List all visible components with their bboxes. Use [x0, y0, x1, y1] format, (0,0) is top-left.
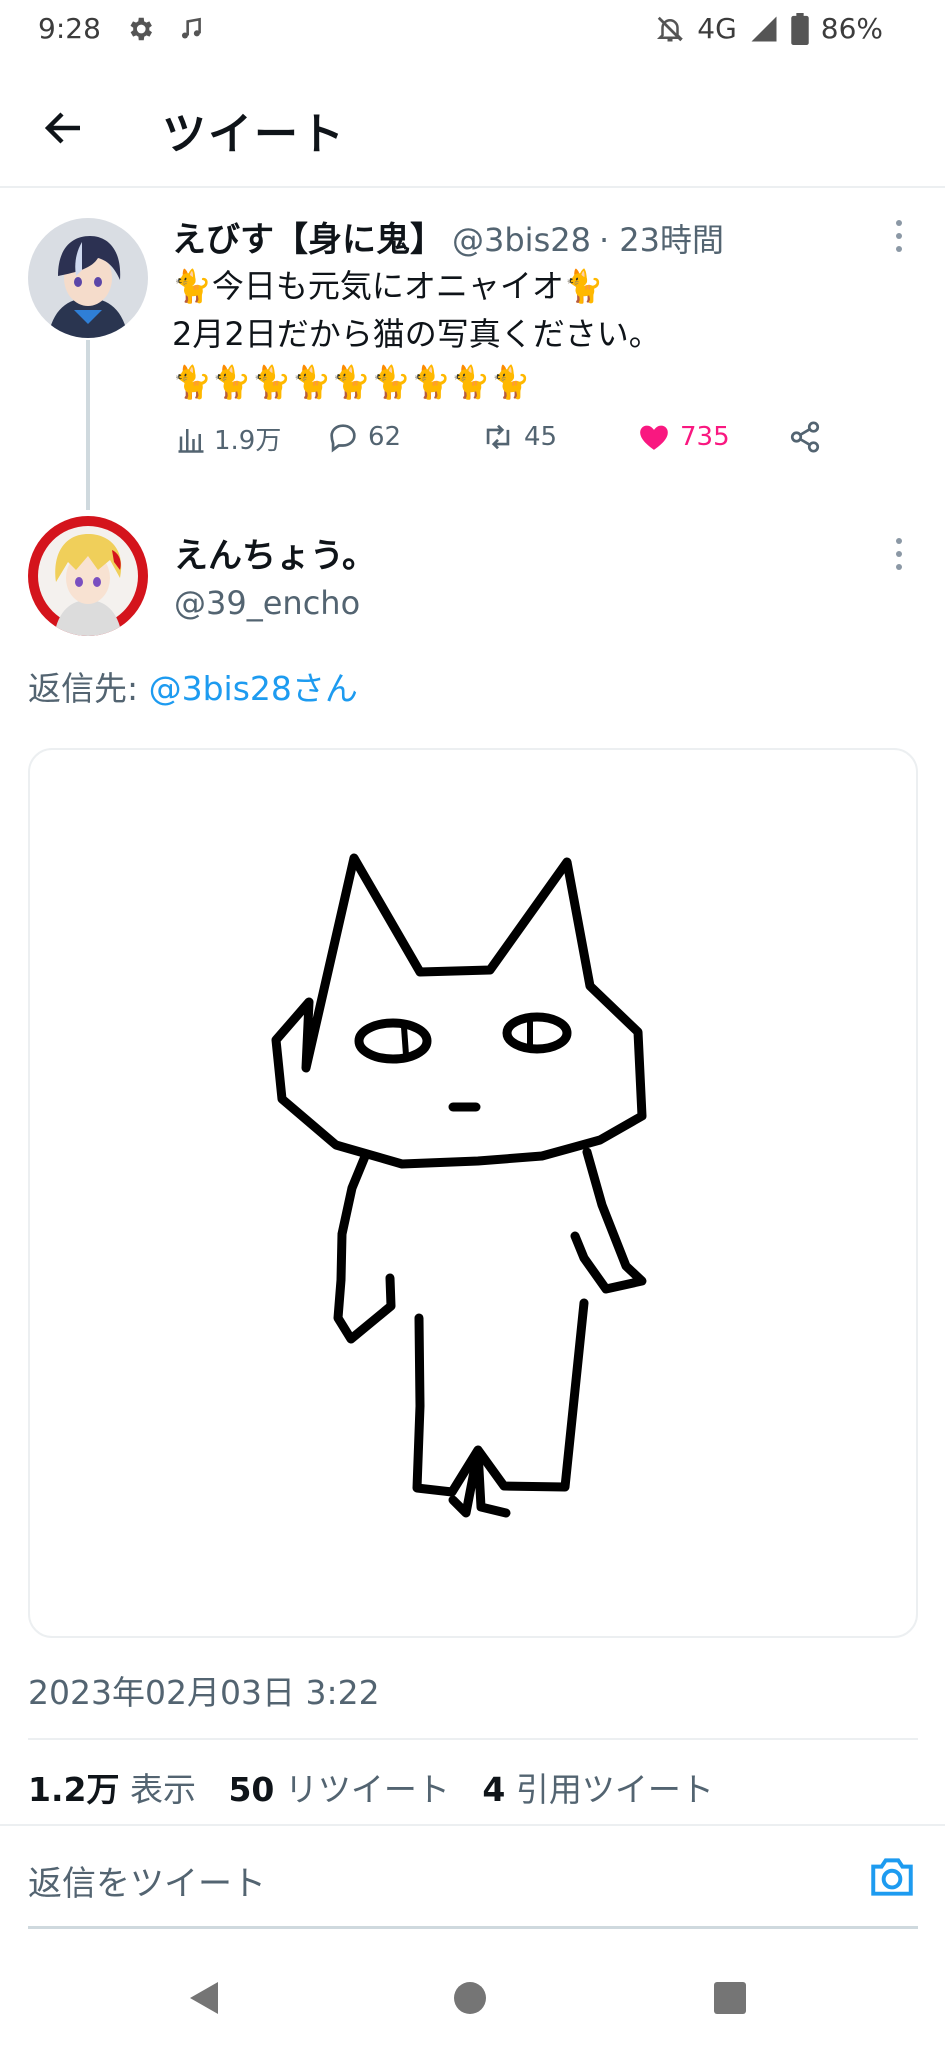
analytics-icon	[178, 428, 204, 453]
status-bar: 9:28 4G 86%	[0, 0, 945, 64]
retweets-count: 50	[228, 1770, 275, 1809]
battery-icon	[791, 12, 809, 45]
tweet-datetime: 2023年02月03日 3:22	[28, 1673, 380, 1712]
tweet-actions: 1.9万 62 45 735	[172, 420, 832, 472]
page-title: ツイート	[162, 109, 346, 160]
nav-home-icon[interactable]	[452, 1978, 488, 2018]
reply-composer[interactable]: 返信をツイート	[0, 1824, 945, 1928]
thread-line	[86, 340, 90, 510]
share-action[interactable]	[788, 420, 822, 454]
like-action[interactable]: 735	[636, 420, 730, 454]
user-handle[interactable]: @39_encho	[174, 584, 360, 622]
nav-recents-icon[interactable]	[712, 1978, 748, 2018]
reply-action[interactable]: 62	[326, 420, 401, 454]
reply-placeholder[interactable]: 返信をツイート	[28, 1856, 266, 1905]
nav-back-icon[interactable]	[186, 1978, 222, 2018]
camera-icon[interactable]	[867, 1852, 917, 1902]
reply-to: 返信先: @3bis28さん	[28, 662, 358, 710]
like-count: 735	[680, 422, 730, 452]
battery-percent: 86%	[820, 12, 883, 45]
views-action[interactable]: 1.9万	[176, 420, 281, 457]
quotes-count: 4	[482, 1770, 506, 1809]
reply-underline	[28, 1926, 918, 1929]
display-name[interactable]: えびす【身に鬼】	[172, 212, 444, 261]
signal-icon	[751, 16, 777, 41]
parent-tweet-text: 🐈今日も元気にオニャイオ🐈 2月2日だから猫の写真ください。 🐈🐈🐈🐈🐈🐈🐈🐈🐈	[172, 262, 872, 406]
avatar-encho[interactable]	[28, 516, 148, 636]
reply-icon	[330, 424, 356, 453]
user-handle[interactable]: @3bis28	[452, 221, 591, 259]
heart-icon	[640, 425, 668, 450]
arrow-left-icon[interactable]	[40, 104, 88, 152]
status-time: 9:28	[38, 12, 101, 45]
reply-to-label: 返信先:	[28, 669, 149, 708]
divider	[28, 1738, 918, 1740]
tweet-line: 2月2日だから猫の写真ください。	[172, 315, 661, 353]
parent-tweet-header: えびす【身に鬼】 @3bis28 · 23時間	[172, 212, 724, 261]
retweets-stat[interactable]: 50 リツイート	[228, 1770, 449, 1809]
more-options-icon[interactable]	[894, 218, 904, 254]
system-nav-bar	[0, 1950, 945, 2048]
retweets-label: リツイート	[284, 1770, 450, 1809]
music-note-icon	[181, 17, 201, 39]
reply-count: 62	[368, 422, 402, 452]
retweet-action[interactable]: 45	[480, 420, 557, 454]
network-type: 4G	[697, 12, 737, 45]
views-label: 表示	[129, 1770, 196, 1809]
share-icon	[790, 421, 820, 453]
quotes-label: 引用ツイート	[515, 1770, 714, 1809]
views-count: 1.2万	[28, 1770, 120, 1809]
retweet-icon	[486, 424, 510, 450]
avatar-ebisu[interactable]	[28, 218, 148, 338]
quotes-stat[interactable]: 4 引用ツイート	[482, 1770, 713, 1809]
more-options-icon[interactable]	[894, 536, 904, 572]
tweet-line: 🐈🐈🐈🐈🐈🐈🐈🐈🐈	[172, 363, 531, 401]
reply-to-mention[interactable]: @3bis28さん	[149, 669, 358, 708]
notifications-off-icon	[657, 16, 684, 41]
tweet-image[interactable]	[28, 748, 918, 1638]
gear-icon	[130, 17, 152, 41]
tweet-stats: 1.2万 表示 50 リツイート 4 引用ツイート	[28, 1763, 714, 1811]
views-count: 1.9万	[214, 426, 282, 456]
retweet-count: 45	[524, 422, 558, 452]
tweet-line: 🐈今日も元気にオニャイオ🐈	[172, 267, 604, 305]
display-name[interactable]: えんちょう。	[174, 528, 376, 577]
tweet-time: · 23時間	[598, 221, 725, 259]
cat-drawing	[271, 853, 647, 1518]
app-header: ツイート	[0, 70, 945, 188]
